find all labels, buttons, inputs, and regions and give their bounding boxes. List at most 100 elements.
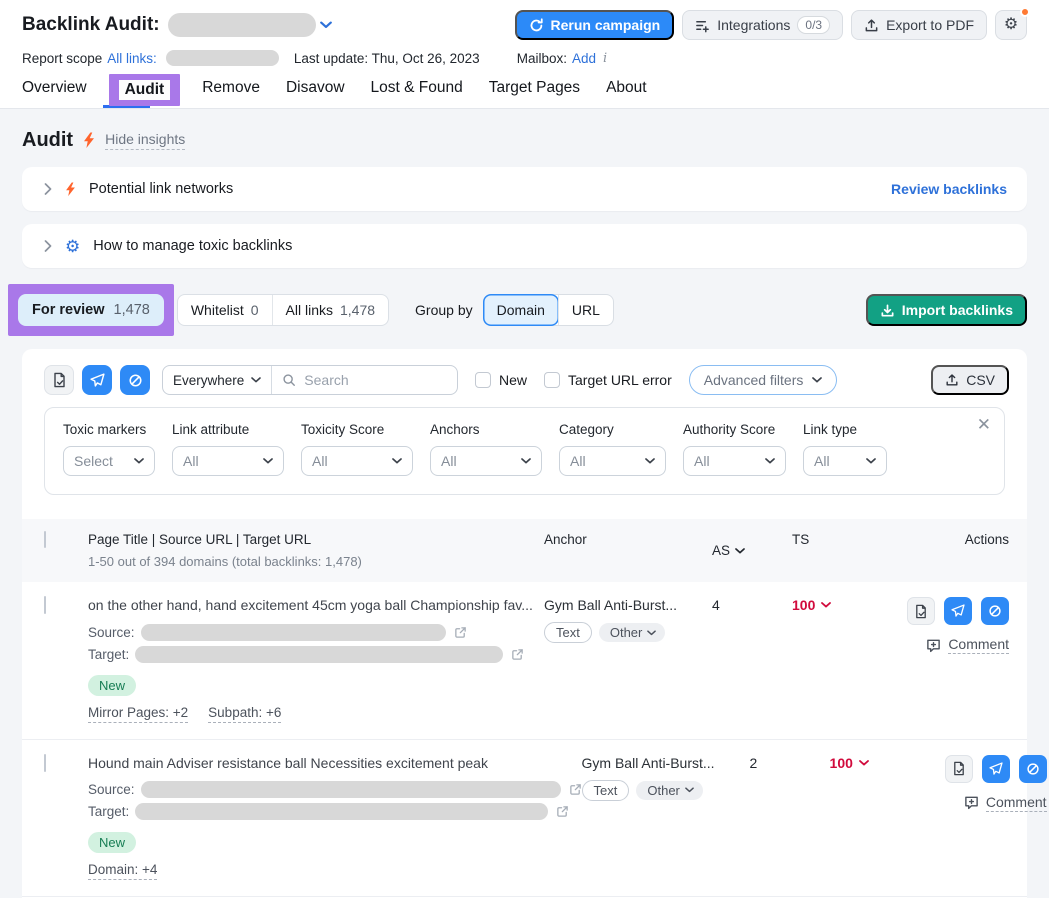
target-url-error-checkbox[interactable] [544,372,560,388]
external-link-icon[interactable] [511,648,524,661]
hide-insights-link[interactable]: Hide insights [105,131,185,150]
disavow-row-button[interactable] [981,597,1009,625]
external-link-icon[interactable] [454,626,467,639]
filter-link-attribute: Link attribute All [172,422,284,476]
for-review-tab[interactable]: For review 1,478 [18,294,164,326]
close-filters-icon[interactable]: ✕ [977,416,991,433]
authority-score-value: 4 [712,597,792,723]
insight-card-link-networks[interactable]: Potential link networks Review backlinks [22,167,1027,211]
tab-about[interactable]: About [606,79,647,97]
last-update-text: Last update: Thu, Oct 26, 2023 [294,51,480,66]
tab-target-pages[interactable]: Target Pages [489,79,580,97]
toxicity-score-value[interactable]: 100 [792,597,887,613]
document-check-icon [914,604,928,619]
link-attribute-select[interactable]: All [172,446,284,476]
chevron-down-icon [859,760,869,766]
search-control: Everywhere [162,365,458,395]
chevron-down-icon [765,458,775,464]
whitelist-tab[interactable]: Whitelist 0 [178,295,272,325]
toxicity-score-value[interactable]: 100 [830,755,925,771]
all-links-link[interactable]: All links: [107,51,157,66]
chevron-down-icon [392,458,402,464]
gear-icon: ⚙ [1004,17,1018,33]
anchor-text: Gym Ball Anti-Burst... [544,597,712,613]
subpath-link[interactable]: Subpath: +6 [208,705,281,723]
review-backlinks-link[interactable]: Review backlinks [891,181,1007,197]
all-links-tab[interactable]: All links 1,478 [272,295,389,325]
mirror-pages-link[interactable]: Mirror Pages: +2 [88,705,188,723]
block-icon [128,373,143,388]
chevron-down-icon [821,602,831,608]
toxicity-score-select[interactable]: All [301,446,413,476]
whitelist-row-button[interactable] [945,755,973,783]
whitelist-action-button[interactable] [44,365,74,395]
domain-link[interactable]: Domain: +4 [88,862,157,880]
paper-plane-icon [90,373,105,388]
mailbox-add-link[interactable]: Add [572,51,596,66]
document-check-icon [52,372,67,388]
link-attribute-badge[interactable]: Other [636,781,703,800]
link-attribute-badge[interactable]: Other [599,623,666,642]
search-scope-select[interactable]: Everywhere [163,366,272,394]
comment-plus-icon [964,795,979,810]
link-type-select[interactable]: All [803,446,887,476]
integrations-list-plus-icon [695,18,710,33]
move-to-remove-button[interactable] [82,365,112,395]
new-checkbox[interactable] [475,372,491,388]
filter-authority-score: Authority Score All [683,422,786,476]
category-select[interactable]: All [559,446,666,476]
for-review-count: 1,478 [114,302,150,318]
rerun-campaign-button[interactable]: Rerun campaign [515,10,675,40]
move-to-remove-row-button[interactable] [982,755,1010,783]
tab-remove[interactable]: Remove [202,79,260,97]
whitelist-row-button[interactable] [907,597,935,625]
tab-lost-and-found[interactable]: Lost & Found [371,79,463,97]
group-by-domain-option[interactable]: Domain [483,294,559,326]
mailbox-label: Mailbox: [517,51,567,66]
tab-disavow[interactable]: Disavow [286,79,345,97]
disavow-row-button[interactable] [1019,755,1047,783]
card-label: Potential link networks [89,181,233,197]
backlink-page-title: Hound main Adviser resistance ball Neces… [88,755,582,773]
content-area: Audit Hide insights Potential link netwo… [0,109,1049,898]
export-to-pdf-button[interactable]: Export to PDF [851,10,987,40]
pagination-summary: 1-50 out of 394 domains (total backlinks… [88,554,544,569]
group-by-url-option[interactable]: URL [558,295,613,325]
integrations-button[interactable]: Integrations 0/3 [682,10,843,40]
expand-chevron-right-icon[interactable] [44,240,52,252]
row-checkbox[interactable] [44,596,46,614]
export-icon [864,18,879,33]
anchor-text: Gym Ball Anti-Burst... [582,755,750,771]
view-bar: For review 1,478 Whitelist 0 All links 1… [22,284,1027,336]
external-link-icon[interactable] [569,783,582,796]
insight-card-manage-toxic[interactable]: ⚙ How to manage toxic backlinks [22,224,1027,268]
import-backlinks-button[interactable]: Import backlinks [866,294,1027,326]
external-link-icon[interactable] [556,805,569,818]
tab-overview[interactable]: Overview [22,79,87,97]
export-csv-button[interactable]: CSV [931,365,1009,395]
paper-plane-icon [989,762,1003,776]
settings-button[interactable]: ⚙ [995,10,1027,40]
integrations-count-badge: 0/3 [797,16,830,34]
tab-audit[interactable]: Audit [119,80,171,100]
select-all-checkbox[interactable] [44,531,46,548]
disavow-action-button[interactable] [120,365,150,395]
info-icon: i [601,51,607,66]
chevron-down-icon [812,377,822,383]
campaign-chevron-down-icon[interactable] [320,21,332,29]
comment-link[interactable]: Comment [926,636,1009,654]
chevron-down-icon [647,630,656,636]
search-input[interactable] [304,372,447,388]
advanced-filters-button[interactable]: Advanced filters [689,365,838,395]
report-scope-label: Report scope [22,51,102,66]
anchors-select[interactable]: All [430,446,542,476]
authority-score-select[interactable]: All [683,446,786,476]
toxic-markers-select[interactable]: Select [63,446,155,476]
column-as-sort[interactable]: AS [712,532,792,569]
row-checkbox[interactable] [44,754,46,772]
comment-plus-icon [926,638,941,653]
download-icon [880,303,895,318]
comment-link[interactable]: Comment [964,794,1047,812]
expand-chevron-right-icon[interactable] [44,183,52,195]
move-to-remove-row-button[interactable] [944,597,972,625]
